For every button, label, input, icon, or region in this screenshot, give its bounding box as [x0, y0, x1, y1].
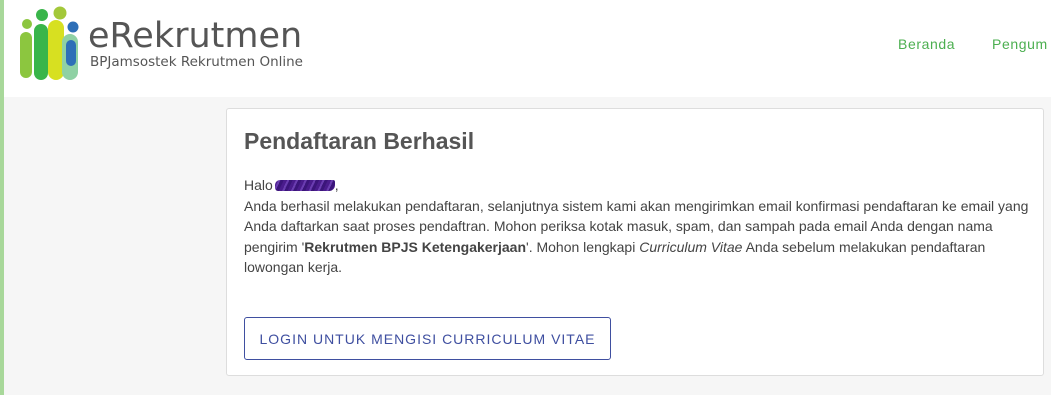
login-cv-button[interactable]: LOGIN UNTUK MENGISI CURRICULUM VITAE	[244, 317, 611, 360]
sender-name: Rekrutmen BPJS Ketengakerjaan	[304, 238, 527, 255]
greeting-line: Halo,	[244, 175, 1034, 196]
redacted-name	[274, 180, 335, 191]
logo-subtitle: BPJamsostek Rekrutmen Online	[90, 54, 303, 70]
message-paragraph: Anda berhasil melakukan pendaftaran, sel…	[244, 196, 1034, 278]
confirmation-message: Halo, Anda berhasil melakukan pendaftara…	[244, 175, 1034, 278]
page-title: Pendaftaran Berhasil	[244, 128, 475, 154]
cv-term: Curriculum Vitae	[639, 238, 743, 255]
people-logo-icon	[20, 6, 79, 80]
logo-title: eRekrutmen	[88, 16, 303, 56]
registration-success-card: Pendaftaran Berhasil Halo, Anda berhasil…	[226, 108, 1044, 376]
message-part-2: '. Mohon lengkapi	[526, 238, 640, 255]
greeting-suffix: ,	[334, 177, 339, 193]
nav-link-beranda[interactable]: Beranda	[898, 36, 955, 52]
site-logo[interactable]: eRekrutmen BPJamsostek Rekrutmen Online	[18, 6, 328, 86]
nav-link-pengumuman[interactable]: Pengum	[992, 36, 1048, 52]
greeting-text: Halo	[244, 177, 273, 193]
site-header: eRekrutmen BPJamsostek Rekrutmen Online …	[4, 0, 1051, 97]
